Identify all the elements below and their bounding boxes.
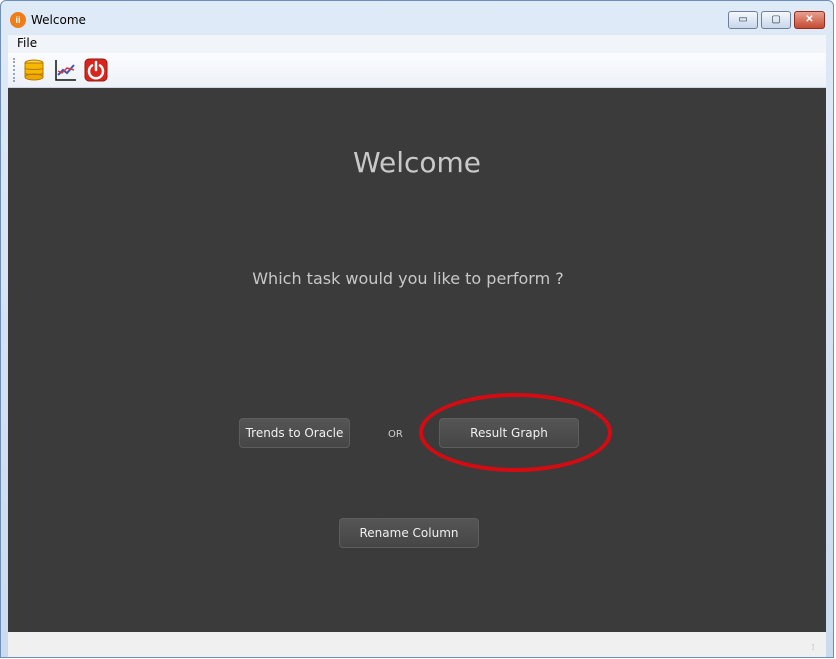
status-bar: ⁞ <box>8 632 826 657</box>
power-icon[interactable] <box>84 58 108 82</box>
menu-item-file[interactable]: File <box>17 36 37 50</box>
title-bar[interactable]: ii Welcome ▭ ▢ ✕ <box>1 1 833 33</box>
page-title: Welcome <box>352 146 482 179</box>
graph-icon-graphic <box>55 60 76 81</box>
trends-to-oracle-button[interactable]: Trends to Oracle <box>239 418 350 448</box>
result-graph-button[interactable]: Result Graph <box>439 418 579 448</box>
maximize-button[interactable]: ▢ <box>761 11 791 29</box>
app-icon: ii <box>10 12 26 28</box>
welcome-panel: Welcome Which task would you like to per… <box>8 88 826 632</box>
resize-grip[interactable]: ⁞ <box>812 644 820 652</box>
minimize-button[interactable]: ▭ <box>728 11 758 29</box>
rename-column-button[interactable]: Rename Column <box>339 518 479 548</box>
window-title: Welcome <box>31 13 86 27</box>
menu-bar: File <box>8 35 826 53</box>
power-icon-graphic <box>84 58 108 82</box>
close-button[interactable]: ✕ <box>794 11 825 29</box>
database-icon[interactable] <box>22 58 46 82</box>
main-window: ii Welcome ▭ ▢ ✕ File Welcome Which task… <box>0 0 834 658</box>
toolbar <box>8 53 826 88</box>
task-question: Which task would you like to perform ? <box>252 269 564 288</box>
database-icon-graphic <box>24 59 44 81</box>
toolbar-grip[interactable] <box>13 58 17 82</box>
or-separator: OR <box>388 429 403 440</box>
graph-icon[interactable] <box>54 58 78 82</box>
